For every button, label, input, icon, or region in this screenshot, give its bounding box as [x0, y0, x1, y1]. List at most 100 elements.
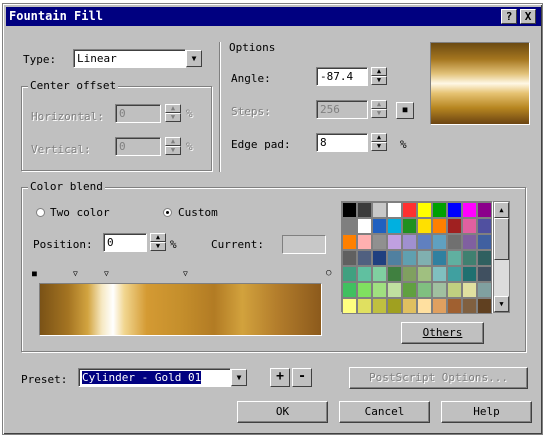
palette-swatch[interactable] [462, 282, 477, 298]
palette-swatch[interactable] [432, 234, 447, 250]
palette-swatch[interactable] [417, 266, 432, 282]
palette-swatch[interactable] [462, 266, 477, 282]
palette-swatch[interactable] [387, 202, 402, 218]
palette-swatch[interactable] [432, 266, 447, 282]
palette-swatch[interactable] [447, 266, 462, 282]
palette-swatch[interactable] [372, 250, 387, 266]
two-color-label[interactable]: Two color [50, 206, 110, 219]
steps-spinner[interactable]: ▲ ▼ [371, 100, 387, 119]
palette-swatch[interactable] [357, 282, 372, 298]
color-palette[interactable] [341, 201, 493, 314]
palette-swatch[interactable] [387, 282, 402, 298]
vertical-spinner[interactable]: ▲ ▼ [165, 137, 181, 156]
palette-swatch[interactable] [372, 298, 387, 314]
cancel-button[interactable]: Cancel [339, 401, 430, 423]
palette-swatch[interactable] [387, 298, 402, 314]
palette-swatch[interactable] [372, 266, 387, 282]
palette-swatch[interactable] [417, 202, 432, 218]
palette-swatch[interactable] [372, 282, 387, 298]
palette-swatch[interactable] [417, 298, 432, 314]
palette-swatch[interactable] [402, 250, 417, 266]
palette-swatch[interactable] [462, 250, 477, 266]
palette-swatch[interactable] [432, 202, 447, 218]
palette-swatch[interactable] [447, 234, 462, 250]
edge-pad-field[interactable]: 8 [316, 133, 368, 152]
start-node-marker[interactable]: ■ [32, 269, 37, 278]
palette-swatch[interactable] [357, 218, 372, 234]
palette-swatch[interactable] [342, 266, 357, 282]
palette-swatch[interactable] [402, 266, 417, 282]
palette-swatch[interactable] [387, 234, 402, 250]
vertical-field[interactable]: 0 [115, 137, 161, 156]
palette-swatch[interactable] [447, 282, 462, 298]
palette-swatch[interactable] [432, 218, 447, 234]
help-button[interactable]: Help [441, 401, 532, 423]
palette-swatch[interactable] [417, 234, 432, 250]
palette-swatch[interactable] [417, 250, 432, 266]
palette-swatch[interactable] [402, 282, 417, 298]
color-node-marker[interactable]: ▽ [73, 269, 78, 278]
palette-swatch[interactable] [432, 298, 447, 314]
palette-swatch[interactable] [342, 234, 357, 250]
palette-swatch[interactable] [417, 282, 432, 298]
palette-swatch[interactable] [477, 250, 492, 266]
palette-swatch[interactable] [372, 234, 387, 250]
palette-swatch[interactable] [387, 250, 402, 266]
palette-swatch[interactable] [432, 282, 447, 298]
horizontal-field[interactable]: 0 [115, 104, 161, 123]
palette-swatch[interactable] [417, 218, 432, 234]
palette-swatch[interactable] [357, 234, 372, 250]
palette-swatch[interactable] [462, 202, 477, 218]
palette-swatch[interactable] [342, 202, 357, 218]
end-node-marker[interactable]: ○ [326, 268, 331, 278]
palette-swatch[interactable] [342, 218, 357, 234]
custom-radio[interactable] [163, 208, 172, 217]
palette-swatch[interactable] [477, 282, 492, 298]
palette-swatch[interactable] [462, 298, 477, 314]
horizontal-spinner[interactable]: ▲ ▼ [165, 104, 181, 123]
ok-button[interactable]: OK [237, 401, 328, 423]
type-dropdown-icon[interactable]: ▼ [186, 50, 202, 67]
palette-swatch[interactable] [387, 266, 402, 282]
gradient-bar[interactable] [39, 283, 322, 336]
palette-swatch[interactable] [447, 202, 462, 218]
color-node-marker[interactable]: ▽ [183, 269, 188, 278]
steps-field[interactable]: 256 [316, 100, 368, 119]
palette-swatch[interactable] [402, 202, 417, 218]
edge-pad-spinner[interactable]: ▲ ▼ [371, 133, 387, 152]
palette-swatch[interactable] [477, 234, 492, 250]
palette-swatch[interactable] [342, 282, 357, 298]
position-field[interactable]: 0 [103, 233, 147, 252]
palette-swatch[interactable] [402, 298, 417, 314]
scroll-thumb[interactable] [494, 218, 509, 260]
palette-swatch[interactable] [447, 250, 462, 266]
angle-spinner[interactable]: ▲ ▼ [371, 67, 387, 86]
palette-swatch[interactable] [372, 218, 387, 234]
palette-swatch[interactable] [372, 202, 387, 218]
postscript-options-button[interactable]: PostScript Options... [349, 367, 528, 389]
type-select[interactable]: Linear [73, 49, 186, 68]
close-button[interactable]: X [520, 9, 536, 24]
add-preset-button[interactable]: + [270, 368, 290, 387]
preset-dropdown-icon[interactable]: ▼ [231, 369, 247, 386]
remove-preset-button[interactable]: - [292, 368, 312, 387]
palette-swatch[interactable] [387, 218, 402, 234]
color-node-marker[interactable]: ▽ [104, 269, 109, 278]
preset-select[interactable]: Cylinder - Gold 01 [78, 368, 231, 387]
palette-swatch[interactable] [462, 234, 477, 250]
palette-swatch[interactable] [402, 234, 417, 250]
palette-swatch[interactable] [357, 202, 372, 218]
lock-icon[interactable]: ■ [396, 102, 414, 119]
palette-swatch[interactable] [462, 218, 477, 234]
palette-swatch[interactable] [477, 298, 492, 314]
custom-label[interactable]: Custom [178, 206, 218, 219]
scroll-down-icon[interactable]: ▼ [494, 296, 509, 312]
palette-swatch[interactable] [357, 298, 372, 314]
palette-swatch[interactable] [357, 250, 372, 266]
position-spinner[interactable]: ▲ ▼ [150, 233, 166, 252]
others-button[interactable]: Others [401, 322, 484, 344]
palette-swatch[interactable] [477, 218, 492, 234]
palette-swatch[interactable] [432, 250, 447, 266]
palette-swatch[interactable] [447, 298, 462, 314]
palette-swatch[interactable] [342, 298, 357, 314]
